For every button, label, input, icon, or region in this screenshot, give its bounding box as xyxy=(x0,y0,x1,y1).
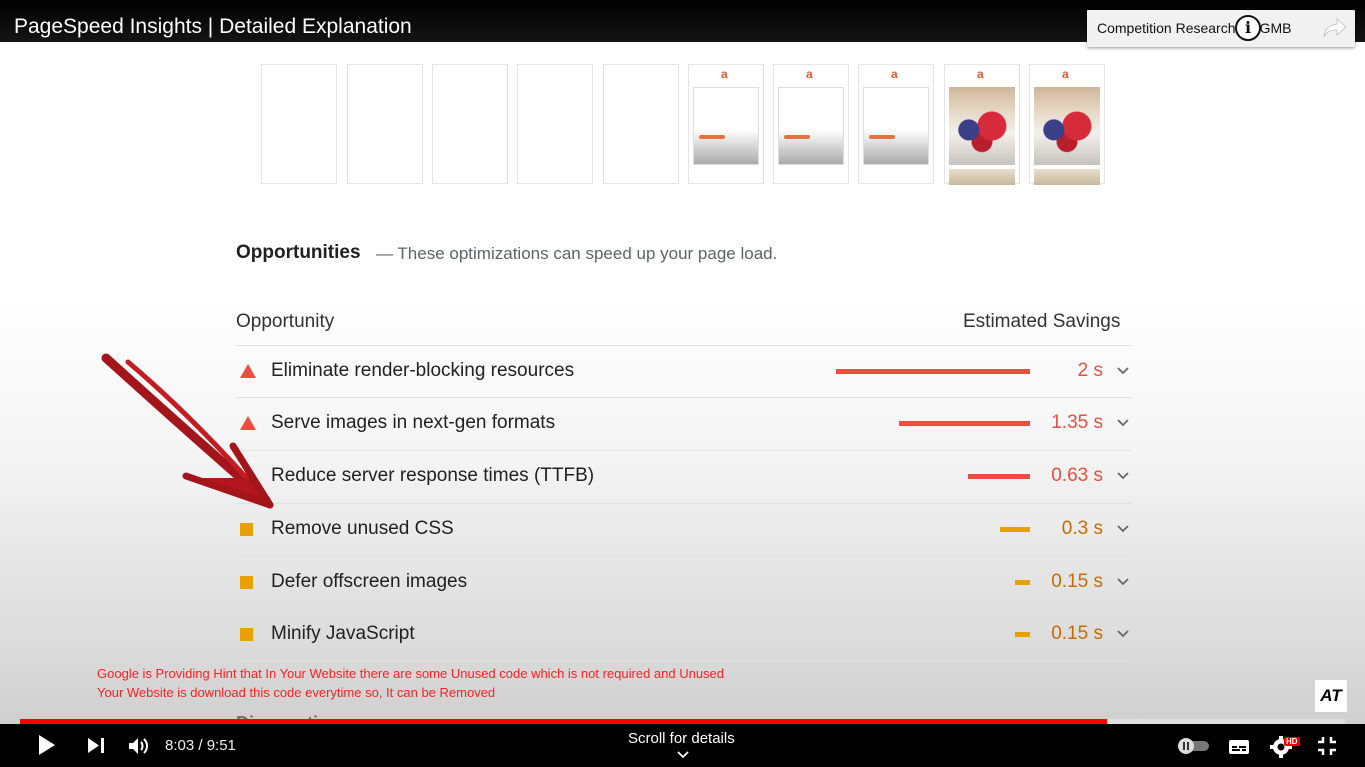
video-top-bar: PageSpeed Insights | Detailed Explanatio… xyxy=(0,0,1365,47)
warning-square-icon xyxy=(240,576,253,589)
site-logo-glyph: a xyxy=(721,67,728,81)
savings-bar xyxy=(836,369,1030,374)
site-logo-glyph: a xyxy=(977,67,984,81)
savings-value: 0.15 s xyxy=(1051,571,1103,592)
page-preview xyxy=(863,87,929,165)
page-preview xyxy=(778,87,844,165)
preview-button xyxy=(869,135,895,139)
play-icon[interactable] xyxy=(38,734,56,756)
warning-square-icon xyxy=(240,523,253,536)
savings-bar xyxy=(968,474,1030,479)
opportunity-label: Defer offscreen images xyxy=(271,571,468,592)
savings-bar xyxy=(1015,632,1030,637)
site-logo-glyph: a xyxy=(1062,67,1069,81)
berries-image xyxy=(1034,87,1100,165)
caption-line: Google is Providing Hint that In Your We… xyxy=(97,666,725,681)
info-icon[interactable]: i xyxy=(1235,15,1261,41)
subtitles-icon[interactable] xyxy=(1228,739,1250,755)
chevron-down-icon[interactable] xyxy=(1117,577,1129,587)
filmstrip-frame xyxy=(432,64,508,184)
opportunity-label: Eliminate render-blocking resources xyxy=(271,360,575,381)
opportunity-row[interactable]: Serve images in next-gen formats 1.35 s xyxy=(236,397,1131,450)
page-preview xyxy=(693,87,759,165)
chevron-down-icon[interactable] xyxy=(1117,524,1129,534)
filmstrip-frame xyxy=(517,64,593,184)
opportunity-row[interactable]: Reduce server response times (TTFB) 0.63… xyxy=(236,450,1131,503)
site-logo-glyph: a xyxy=(806,67,813,81)
savings-value: 0.63 s xyxy=(1051,465,1103,486)
opportunity-label: Remove unused CSS xyxy=(271,518,454,539)
opportunity-row[interactable]: Eliminate render-blocking resources 2 s xyxy=(236,345,1131,398)
opportunity-row[interactable]: Minify JavaScript 0.15 s xyxy=(236,608,1131,661)
time-display: 8:03 / 9:51 xyxy=(165,737,236,754)
column-opportunity: Opportunity xyxy=(236,311,335,332)
chevron-down-icon[interactable] xyxy=(1117,471,1129,481)
share-icon[interactable] xyxy=(1323,18,1347,38)
savings-bar xyxy=(1000,527,1030,532)
chevron-down-icon[interactable] xyxy=(1117,629,1129,639)
caption-line: Your Website is download this code every… xyxy=(97,685,496,700)
savings-value: 1.35 s xyxy=(1051,412,1103,433)
annotation-arrow-icon xyxy=(101,353,274,509)
filmstrip-frame xyxy=(603,64,679,184)
preview-button xyxy=(699,135,725,139)
next-icon[interactable] xyxy=(87,737,105,754)
table-divider xyxy=(236,661,1131,662)
chevron-down-icon[interactable] xyxy=(677,751,689,759)
column-estimated-savings: Estimated Savings xyxy=(963,311,1121,332)
filmstrip-frame: a xyxy=(944,64,1020,185)
hd-badge: HD xyxy=(1284,737,1300,746)
opportunity-row[interactable]: Defer offscreen images 0.15 s xyxy=(236,556,1131,609)
filmstrip-frame xyxy=(261,64,337,184)
exit-fullscreen-icon[interactable] xyxy=(1317,736,1337,756)
savings-value: 2 s xyxy=(1077,360,1103,381)
scroll-for-details[interactable]: Scroll for details xyxy=(628,730,735,747)
preview-button xyxy=(784,135,810,139)
food-image xyxy=(1034,169,1100,185)
annotation-caption: Google is Providing Hint that In Your We… xyxy=(97,664,724,702)
savings-bar xyxy=(899,421,1030,426)
opportunity-label: Reduce server response times (TTFB) xyxy=(271,465,595,486)
chevron-down-icon[interactable] xyxy=(1117,366,1129,376)
savings-value: 0.15 s xyxy=(1051,623,1103,644)
filmstrip-frame: a xyxy=(858,64,934,184)
opportunities-description: — These optimizations can speed up your … xyxy=(376,244,778,263)
card-teaser[interactable]: Competition Research for GMB i xyxy=(1087,10,1355,47)
player-controls: 8:03 / 9:51 Scroll for details HD xyxy=(0,724,1365,767)
filmstrip-frame: a xyxy=(1029,64,1105,185)
autoplay-toggle-icon[interactable] xyxy=(1177,738,1211,754)
video-frame[interactable]: a a a a a Opportunities — These optimiza… xyxy=(0,0,1365,767)
opportunity-row[interactable]: Remove unused CSS 0.3 s xyxy=(236,503,1131,556)
opportunities-heading: Opportunities xyxy=(236,242,361,263)
opportunity-label: Serve images in next-gen formats xyxy=(271,412,556,433)
savings-value: 0.3 s xyxy=(1061,518,1103,539)
video-title[interactable]: PageSpeed Insights | Detailed Explanatio… xyxy=(14,15,412,39)
filmstrip-frame: a xyxy=(773,64,849,184)
site-logo-glyph: a xyxy=(891,67,898,81)
chevron-down-icon[interactable] xyxy=(1117,418,1129,428)
channel-watermark[interactable]: AT xyxy=(1315,680,1347,712)
warning-square-icon xyxy=(240,628,253,641)
card-teaser-label: Competition Research for GMB xyxy=(1097,20,1292,36)
filmstrip-frame xyxy=(347,64,423,184)
filmstrip-frame: a xyxy=(688,64,764,184)
volume-icon[interactable] xyxy=(128,736,150,756)
berries-image xyxy=(949,87,1015,165)
opportunity-label: Minify JavaScript xyxy=(271,623,415,644)
food-image xyxy=(949,169,1015,185)
savings-bar xyxy=(1015,580,1030,585)
